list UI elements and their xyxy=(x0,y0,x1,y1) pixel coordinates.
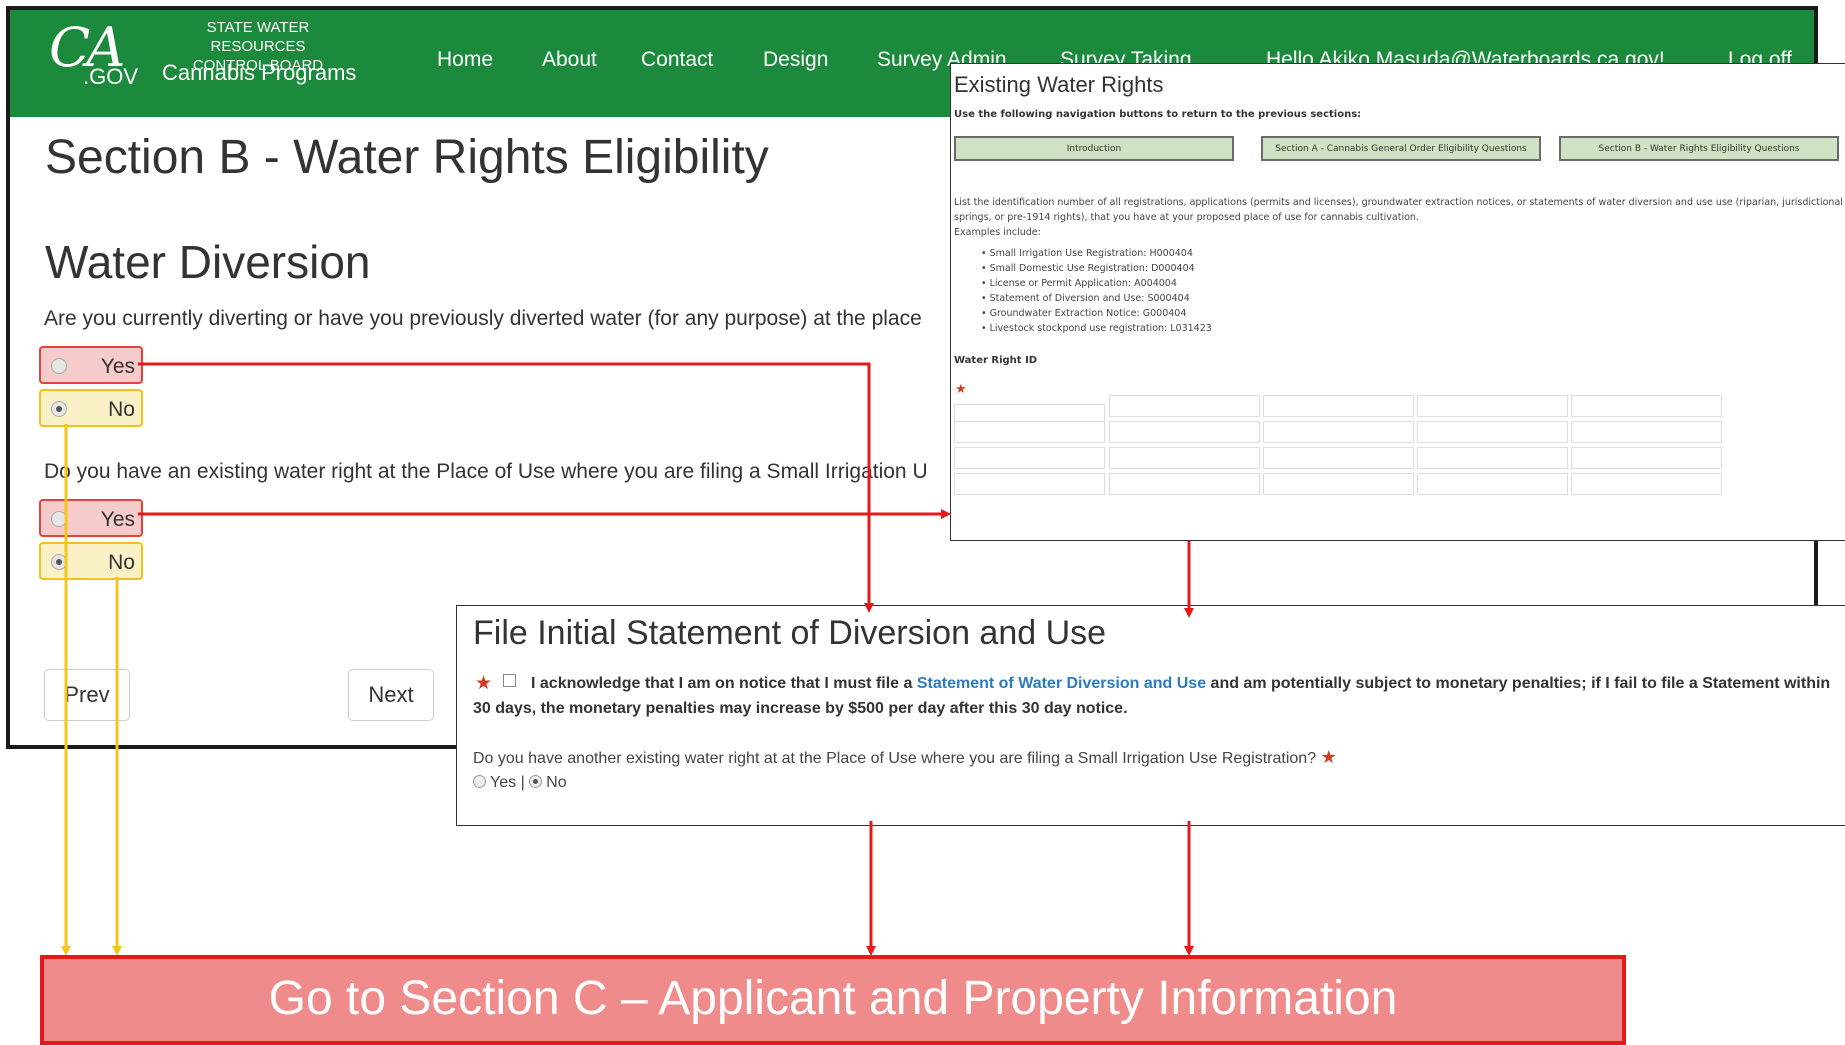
q2-radio-yes[interactable] xyxy=(51,511,67,527)
nav-about[interactable]: About xyxy=(542,48,597,72)
fis-radio-no[interactable] xyxy=(529,775,543,788)
water-right-id-input[interactable] xyxy=(1263,395,1414,417)
water-right-id-input[interactable] xyxy=(954,447,1105,469)
fis-question-text: Do you have another existing water right… xyxy=(473,750,1317,767)
next-button[interactable]: Next xyxy=(348,669,434,721)
ewr-button-introduction[interactable]: Introduction xyxy=(954,136,1234,161)
ewr-button-section-a[interactable]: Section A - Cannabis General Order Eligi… xyxy=(1261,136,1541,161)
statement-link[interactable]: Statement of Water Diversion and Use xyxy=(917,675,1206,692)
fis-ack-text-before: I acknowledge that I am on notice that I… xyxy=(531,675,917,692)
water-right-id-input[interactable] xyxy=(1263,421,1414,443)
question-diverting: Are you currently diverting or have you … xyxy=(44,307,922,330)
water-right-id-input[interactable] xyxy=(1263,447,1414,469)
q2-option-no[interactable]: No xyxy=(39,542,143,580)
list-item: Livestock stockpond use registration: L0… xyxy=(981,321,1212,336)
fis-radio-group: Yes | No xyxy=(473,774,567,792)
ewr-examples-label: Examples include: xyxy=(954,227,1041,238)
q1-radio-no[interactable] xyxy=(51,401,67,417)
q1-radio-yes[interactable] xyxy=(51,358,67,374)
ca-gov-logo[interactable]: CA .GOV xyxy=(45,16,145,96)
fis-acknowledgement: I acknowledge that I am on notice that I… xyxy=(473,671,1843,721)
required-star-icon: ★ xyxy=(1320,747,1337,767)
nav-contact[interactable]: Contact xyxy=(641,48,713,72)
fis-no-label: No xyxy=(546,774,567,791)
subsection-title: Water Diversion xyxy=(45,236,371,288)
list-item: Statement of Diversion and Use: S000404 xyxy=(981,291,1212,306)
water-right-id-input[interactable] xyxy=(1263,473,1414,495)
ewr-button-section-b[interactable]: Section B - Water Rights Eligibility Que… xyxy=(1559,136,1839,161)
agency-name-line1: STATE WATER RESOURCES xyxy=(206,19,310,55)
required-star-icon: ★ xyxy=(475,673,493,694)
ewr-nav-instruction: Use the following navigation buttons to … xyxy=(954,109,1362,120)
q1-yes-label: Yes xyxy=(100,355,135,378)
ewr-title: Existing Water Rights xyxy=(954,72,1164,97)
fis-radio-yes[interactable] xyxy=(473,775,486,788)
q1-option-no[interactable]: No xyxy=(39,389,143,427)
water-right-id-input[interactable] xyxy=(1571,421,1722,443)
q2-yes-label: Yes xyxy=(100,508,135,531)
question-existing-right: Do you have an existing water right at t… xyxy=(44,460,928,483)
water-right-id-input[interactable] xyxy=(1109,447,1260,469)
required-star-icon: ★ xyxy=(955,382,967,397)
section-c-label: Go to Section C – Applicant and Property… xyxy=(268,972,1398,1025)
q1-no-label: No xyxy=(108,398,135,421)
go-to-section-c-banner[interactable]: Go to Section C – Applicant and Property… xyxy=(40,955,1626,1045)
q2-radio-no[interactable] xyxy=(51,554,67,570)
list-item: Small Domestic Use Registration: D000404 xyxy=(981,261,1212,276)
water-right-id-input[interactable] xyxy=(1417,421,1568,443)
list-item: Small Irrigation Use Registration: H0004… xyxy=(981,246,1212,261)
water-right-id-input[interactable] xyxy=(1571,395,1722,417)
fis-title: File Initial Statement of Diversion and … xyxy=(473,614,1107,652)
page-title: Section B - Water Rights Eligibility xyxy=(45,131,769,184)
nav-design[interactable]: Design xyxy=(763,48,828,72)
nav-home[interactable]: Home xyxy=(437,48,493,72)
water-right-id-input[interactable] xyxy=(1417,395,1568,417)
water-right-id-input[interactable] xyxy=(1109,473,1260,495)
fis-question: Do you have another existing water right… xyxy=(473,747,1337,768)
list-item: License or Permit Application: A004004 xyxy=(981,276,1212,291)
ewr-instructions: List the identification number of all re… xyxy=(954,195,1844,240)
water-right-id-input[interactable] xyxy=(1417,447,1568,469)
q2-option-yes[interactable]: Yes xyxy=(39,499,143,537)
ewr-instructions-text: List the identification number of all re… xyxy=(954,197,1843,223)
water-right-id-input[interactable] xyxy=(954,421,1105,443)
brand-name[interactable]: Cannabis Programs xyxy=(162,60,356,86)
prev-button[interactable]: Prev xyxy=(44,669,130,721)
fis-separator: | xyxy=(520,774,525,791)
q1-option-yes[interactable]: Yes xyxy=(39,346,143,384)
q2-no-label: No xyxy=(108,551,135,574)
existing-water-rights-panel: Existing Water Rights Use the following … xyxy=(950,63,1845,541)
water-right-id-input[interactable] xyxy=(1417,473,1568,495)
ewr-examples-list: Small Irrigation Use Registration: H0004… xyxy=(981,246,1212,336)
water-right-id-input[interactable] xyxy=(1109,395,1260,417)
water-right-id-input[interactable] xyxy=(1571,447,1722,469)
water-right-id-label: Water Right ID xyxy=(954,355,1038,366)
acknowledge-checkbox[interactable] xyxy=(503,674,516,687)
list-item: Groundwater Extraction Notice: G000404 xyxy=(981,306,1212,321)
water-right-id-input[interactable] xyxy=(1571,473,1722,495)
water-right-id-input[interactable] xyxy=(1109,421,1260,443)
logo-gov-text: .GOV xyxy=(83,64,139,89)
water-right-id-input[interactable] xyxy=(954,473,1105,495)
file-initial-statement-panel: File Initial Statement of Diversion and … xyxy=(456,605,1845,826)
fis-yes-label: Yes xyxy=(490,774,517,791)
